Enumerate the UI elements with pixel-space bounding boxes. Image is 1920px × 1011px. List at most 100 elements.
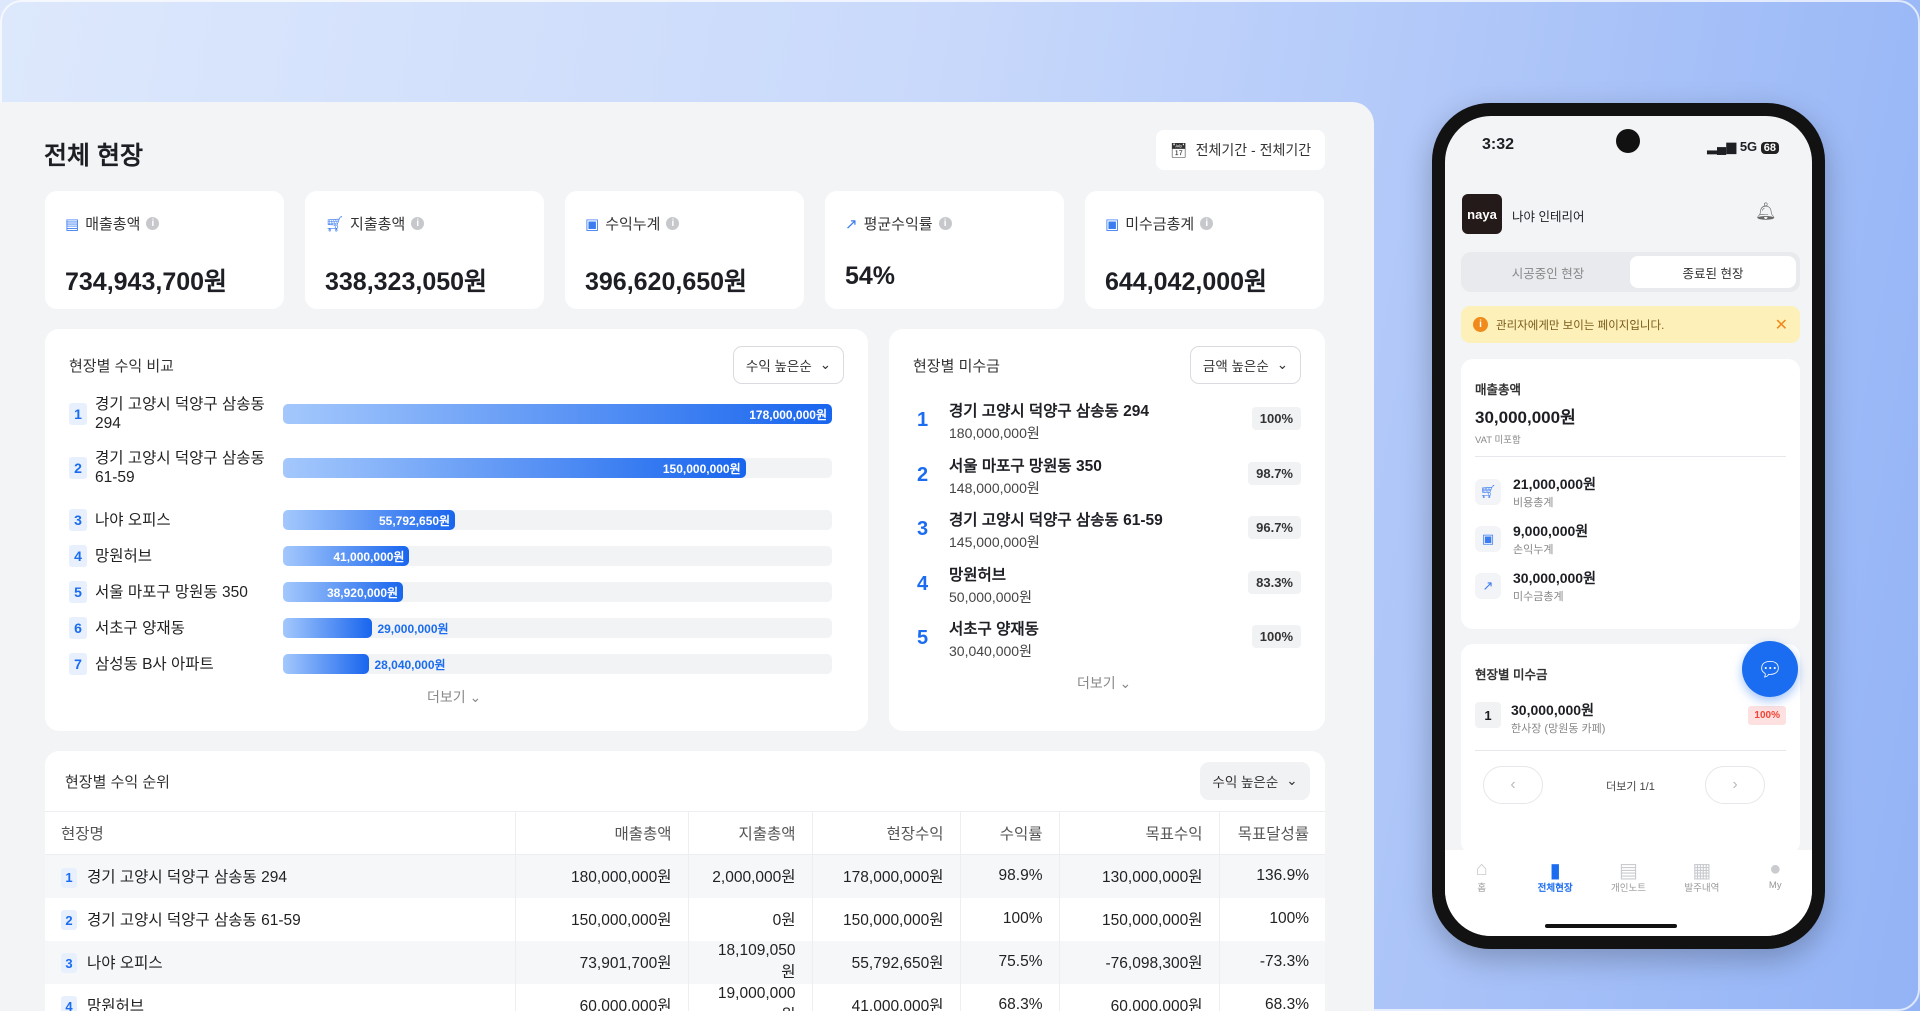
unpaid-item[interactable]: 1 경기 고양시 덕양구 삼송동 294 180,000,000원 100% <box>913 399 1301 449</box>
table-cell: 55,792,650원 <box>811 940 960 984</box>
rank-badge: 4 <box>69 545 87 567</box>
column-header[interactable]: 현장수익 <box>811 811 960 855</box>
stat-card: ▣ 미수금총계 i 644,042,000원 <box>1085 191 1324 309</box>
nav-item[interactable]: ● My <box>1745 858 1805 936</box>
nav-item[interactable]: ⌂ 홈 <box>1452 858 1512 936</box>
info-icon[interactable]: i <box>666 217 680 230</box>
column-header[interactable]: 현장명 <box>45 811 515 855</box>
divider <box>1475 750 1786 751</box>
table-cell: 0원 <box>687 897 812 941</box>
table-cell: 68.3% <box>959 983 1059 1011</box>
column-header[interactable]: 지출총액 <box>687 811 812 855</box>
unpaid-amount: 180,000,000원 <box>949 425 1040 441</box>
rank: 3 <box>917 518 929 540</box>
unpaid-pct: 96.7% <box>1248 516 1301 539</box>
ranking-sort-select[interactable]: 수익 높은순 ⌄ <box>1200 762 1310 800</box>
bar <box>283 618 373 638</box>
column-header[interactable]: 목표달성률 <box>1218 811 1325 855</box>
status-network: ▂▄▆ 5G 68 <box>1707 139 1780 155</box>
panel-title: 현장별 수익 비교 <box>69 358 174 375</box>
table-row[interactable]: 1 경기 고양시 덕양구 삼송동 294 180,000,000원 2,000,000… <box>45 854 1325 898</box>
rank-badge: 1 <box>1475 702 1501 728</box>
panel-title: 현장별 미수금 <box>913 358 1000 375</box>
site-name-cell: 1 경기 고양시 덕양구 삼송동 294 <box>45 854 515 898</box>
wallet-icon: ▣ <box>1475 526 1501 552</box>
bar-row: 3 나야 오피스 55,792,650원 <box>69 500 845 540</box>
home-icon: ⌂ <box>1475 858 1488 880</box>
metric-cost: 🛒︎ 21,000,000원 비용총계 <box>1475 474 1596 510</box>
stat-label: 매출총액 <box>85 216 141 233</box>
unpaid-amount: 30,000,000원 <box>1511 702 1594 718</box>
bar-row: 6 서초구 양재동 29,000,000원 <box>69 608 845 648</box>
stat-card: ▣ 수익누계 i 396,620,650원 <box>565 191 804 309</box>
profit-sort-select[interactable]: 수익 높은순 ⌄ <box>733 346 844 384</box>
site-name: 경기 고양시 덕양구 삼송동 61-59 <box>949 512 1163 529</box>
bar-track: 28,040,000원 <box>283 654 832 674</box>
table-cell: 180,000,000원 <box>514 854 688 898</box>
next-page-button[interactable]: › <box>1705 766 1765 804</box>
summary-card: 매출총액 30,000,000원 VAT 미포함 🛒︎ 21,000,000원 비용… <box>1461 359 1800 629</box>
phone-mockup: 3:32 ▂▄▆ 5G 68 naya 나야 인테리어 🔔︎ 시공중인 현장 종… <box>1432 103 1825 949</box>
calendar-icon: 📅︎ <box>1169 141 1188 158</box>
more-button[interactable]: 더보기 ⌄ <box>1077 673 1131 693</box>
rank-badge: 3 <box>61 953 77 974</box>
unpaid-item[interactable]: 4 망원허브 50,000,000원 83.3% <box>913 563 1301 613</box>
nav-label: 개인노트 <box>1610 883 1646 894</box>
unpaid-item[interactable]: 2 서울 마포구 망원동 350 148,000,000원 98.7% <box>913 454 1301 504</box>
nav-label: 발주내역 <box>1684 883 1720 894</box>
bar-label: 55,792,650원 <box>378 514 451 528</box>
ranking-table: 현장명 매출총액 지출총액 현장수익 수익률 목표수익 목표달성률 1 경기 고양시 덕양구 삼… <box>45 811 1325 1011</box>
info-icon[interactable]: i <box>1200 217 1214 230</box>
table-row[interactable]: 4망원허브60,000,000원19,000,000원41,000,000원68… <box>45 983 1325 1011</box>
table-cell: 18,109,050원 <box>687 940 812 984</box>
unpaid-amount: 50,000,000원 <box>949 588 1032 605</box>
info-icon[interactable]: i <box>146 217 160 230</box>
rank-badge: 1 <box>69 403 87 425</box>
close-icon[interactable]: ✕ <box>1775 315 1788 335</box>
stat-cards: ▤ 매출총액 i 734,943,700원 🛒︎ 지출총액 i 338,323,050원 ▣ 수익… <box>45 191 1324 309</box>
date-range-button[interactable]: 📅︎ 전체기간 - 전체기간 <box>1156 130 1325 170</box>
bell-icon[interactable]: 🔔︎ <box>1755 202 1777 222</box>
tab-ongoing[interactable]: 시공중인 현장 <box>1465 256 1631 288</box>
bar-label: 41,000,000원 <box>333 550 405 564</box>
user-icon: ● <box>1769 858 1782 880</box>
unpaid-item[interactable]: 5 서초구 양재동 30,040,000원 100% <box>913 617 1301 667</box>
more-button[interactable]: 더보기 ⌄ <box>427 687 481 707</box>
rank-badge: 1 <box>61 867 77 888</box>
vat-note: VAT 미포함 <box>1475 435 1521 446</box>
home-indicator <box>1545 924 1677 928</box>
column-header[interactable]: 수익률 <box>959 811 1059 855</box>
nav-label: My <box>1768 880 1782 891</box>
rank-badge: 6 <box>69 617 87 639</box>
unpaid-item[interactable]: 3 경기 고양시 덕양구 삼송동 61-59 145,000,000원 96.7% <box>913 508 1301 558</box>
stat-label: 지출총액 <box>350 216 406 233</box>
profit-compare-panel: 현장별 수익 비교 수익 높은순 ⌄ 1 경기 고양시 덕양구 삼송동 294 178… <box>45 329 868 731</box>
bar-label: 178,000,000원 <box>749 408 827 422</box>
cart-icon: 🛒︎ <box>1475 479 1501 505</box>
site-tabs: 시공중인 현장 종료된 현장 <box>1461 252 1800 292</box>
table-row[interactable]: 3 나야 오피스 73,901,700원 18,109,050원 55,792,650원… <box>45 940 1325 984</box>
stat-value: 338,323,050원 <box>325 268 488 296</box>
unpaid-sort-select[interactable]: 금액 높은순 ⌄ <box>1190 346 1301 384</box>
chat-fab[interactable]: 💬︎ <box>1742 641 1798 697</box>
receipt-icon: ▤ <box>65 215 80 233</box>
info-icon[interactable]: i <box>411 217 425 230</box>
rank: 4 <box>917 572 929 595</box>
column-header[interactable]: 목표수익 <box>1058 811 1219 855</box>
bar-track: 29,000,000원 <box>283 618 832 638</box>
notice-text: 관리자에게만 보이는 페이지입니다. <box>1496 319 1665 332</box>
table-cell: 68.3% <box>1218 983 1325 1011</box>
unpaid-amount: 30,040,000원 <box>949 643 1032 659</box>
summary-label: 매출총액 <box>1475 383 1522 397</box>
stat-card: 🛒︎ 지출총액 i 338,323,050원 <box>305 191 544 309</box>
info-icon[interactable]: i <box>938 217 952 230</box>
site-name: 서초구 양재동 <box>95 619 185 637</box>
bar-track: 55,792,650원 <box>283 510 832 530</box>
site-name: 서울 마포구 망원동 350 <box>95 583 248 601</box>
tab-finished[interactable]: 종료된 현장 <box>1630 256 1796 288</box>
table-row[interactable]: 2 경기 고양시 덕양구 삼송동 61-59 150,000,000원 0원 150,0… <box>45 897 1325 941</box>
rank: 1 <box>917 409 929 431</box>
nav-item[interactable]: ▦ 발주내역 <box>1672 858 1732 936</box>
column-header[interactable]: 매출총액 <box>514 811 688 855</box>
wallet-icon: ▣ <box>585 215 600 233</box>
